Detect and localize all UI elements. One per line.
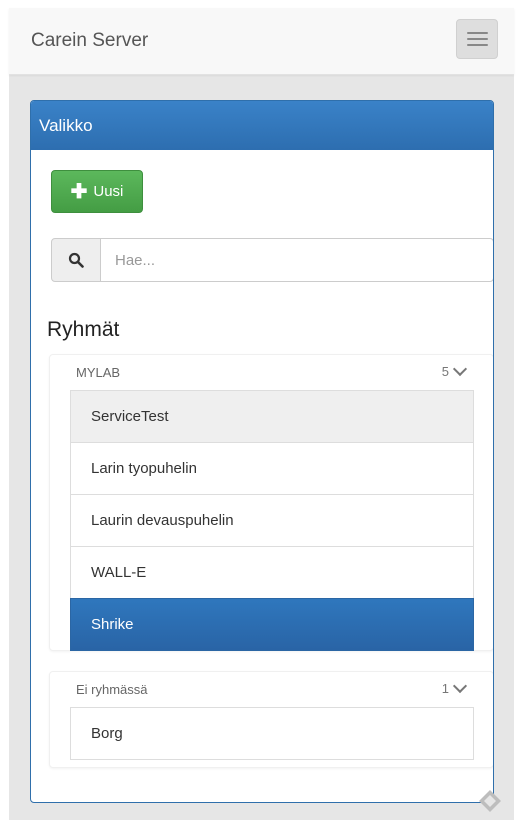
new-button[interactable]: ✚ Uusi [51,170,143,213]
app-frame: Carein Server Valikko ✚ Uusi Ryhmät MYLA… [9,8,514,820]
search-icon [51,238,101,282]
resize-grip-icon [477,788,503,819]
chevron-down-icon[interactable] [452,678,468,694]
panel-heading: Valikko [31,101,493,150]
list-item[interactable]: WALL-E [70,546,474,599]
group-ungrouped: Ei ryhmässä 1 Borg [49,671,493,768]
chevron-down-icon[interactable] [452,361,468,377]
navbar: Carein Server [9,8,514,75]
group-count-value: 1 [441,681,449,696]
group-name: MYLAB [76,365,121,380]
brand-title[interactable]: Carein Server [31,30,148,52]
group-header[interactable]: Ei ryhmässä 1 [50,672,493,706]
group-count: 1 [441,678,468,696]
search-group [51,238,493,282]
plus-icon: ✚ [70,180,88,203]
group-header[interactable]: MYLAB 5 [50,355,493,389]
hamburger-icon[interactable] [456,19,498,59]
groups-title: Ryhmät [47,318,120,341]
group-mylab: MYLAB 5 ServiceTest Larin tyopuhelin Lau… [49,354,493,651]
group-count-value: 5 [441,364,449,379]
list-item-selected[interactable]: Shrike [70,598,474,651]
group-name: Ei ryhmässä [76,682,148,697]
menu-panel: Valikko ✚ Uusi Ryhmät MYLAB 5 [30,100,494,803]
group-count: 5 [441,361,468,379]
new-button-label: Uusi [93,183,124,200]
list-item[interactable]: Borg [70,707,474,760]
list-item[interactable]: Laurin devauspuhelin [70,494,474,547]
list-item[interactable]: Larin tyopuhelin [70,442,474,495]
list-item[interactable]: ServiceTest [70,390,474,443]
search-input[interactable] [100,238,493,282]
